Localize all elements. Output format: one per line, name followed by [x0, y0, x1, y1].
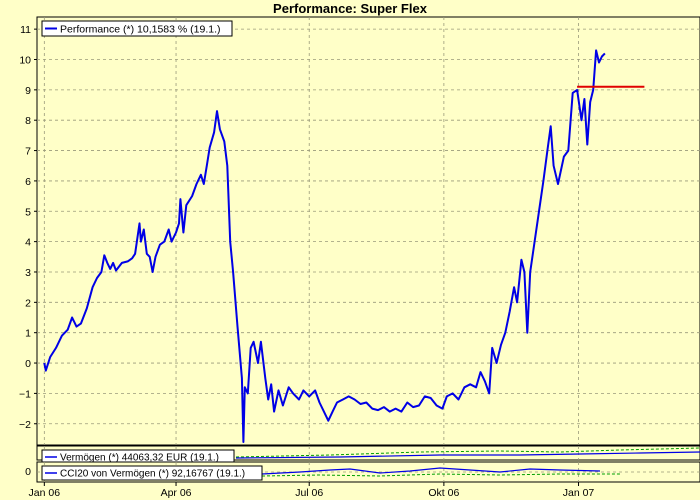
y-tick-label: −1: [19, 388, 31, 400]
subpanel-2-ytick-label: 0: [25, 466, 31, 478]
main-plot-area: [36, 16, 700, 446]
y-tick-label: 5: [25, 206, 31, 218]
y-tick-label: −2: [19, 419, 31, 431]
y-tick-label: 11: [20, 24, 31, 36]
legend-sub2-label: CCI20 von Vermögen (*) 92,16767 (19.1.): [60, 469, 245, 480]
x-axis-ticks: Jan 06 Apr 06 Jul 06 Okt 06 Jan 07: [29, 482, 595, 499]
y-tick-label: 9: [25, 85, 31, 97]
y-tick-label: 3: [25, 267, 31, 279]
legend-main: Performance (*) 10,1583 % (19.1.): [41, 20, 233, 37]
y-tick-label: 2: [25, 297, 31, 309]
x-tick-label: Apr 06: [161, 487, 192, 499]
y-tick-label: 7: [25, 146, 31, 158]
y-tick-label: 4: [25, 237, 31, 249]
y-tick-label: 1: [25, 328, 31, 340]
legend-main-label: Performance (*) 10,1583 % (19.1.): [60, 24, 221, 36]
x-tick-label: Jan 06: [29, 487, 61, 499]
y-tick-label: 8: [25, 115, 31, 127]
chart-canvas: Performance: Super Flex −2 −1 0 1 2 3 4 5 6 7 8 9 10…: [19, 1, 700, 499]
y-tick-label: 10: [19, 54, 31, 66]
legend-sub2: CCI20 von Vermögen (*) 92,16767 (19.1.): [41, 465, 263, 481]
y-tick-label: 0: [25, 358, 31, 370]
y-tick-label: 6: [25, 176, 31, 188]
x-tick-label: Jan 07: [563, 487, 595, 499]
x-tick-label: Okt 06: [428, 487, 459, 499]
y-axis-ticks: −2 −1 0 1 2 3 4 5 6 7 8 9 10 11: [19, 24, 37, 431]
x-tick-label: Jul 06: [295, 487, 323, 499]
chart-title: Performance: Super Flex: [273, 1, 428, 16]
